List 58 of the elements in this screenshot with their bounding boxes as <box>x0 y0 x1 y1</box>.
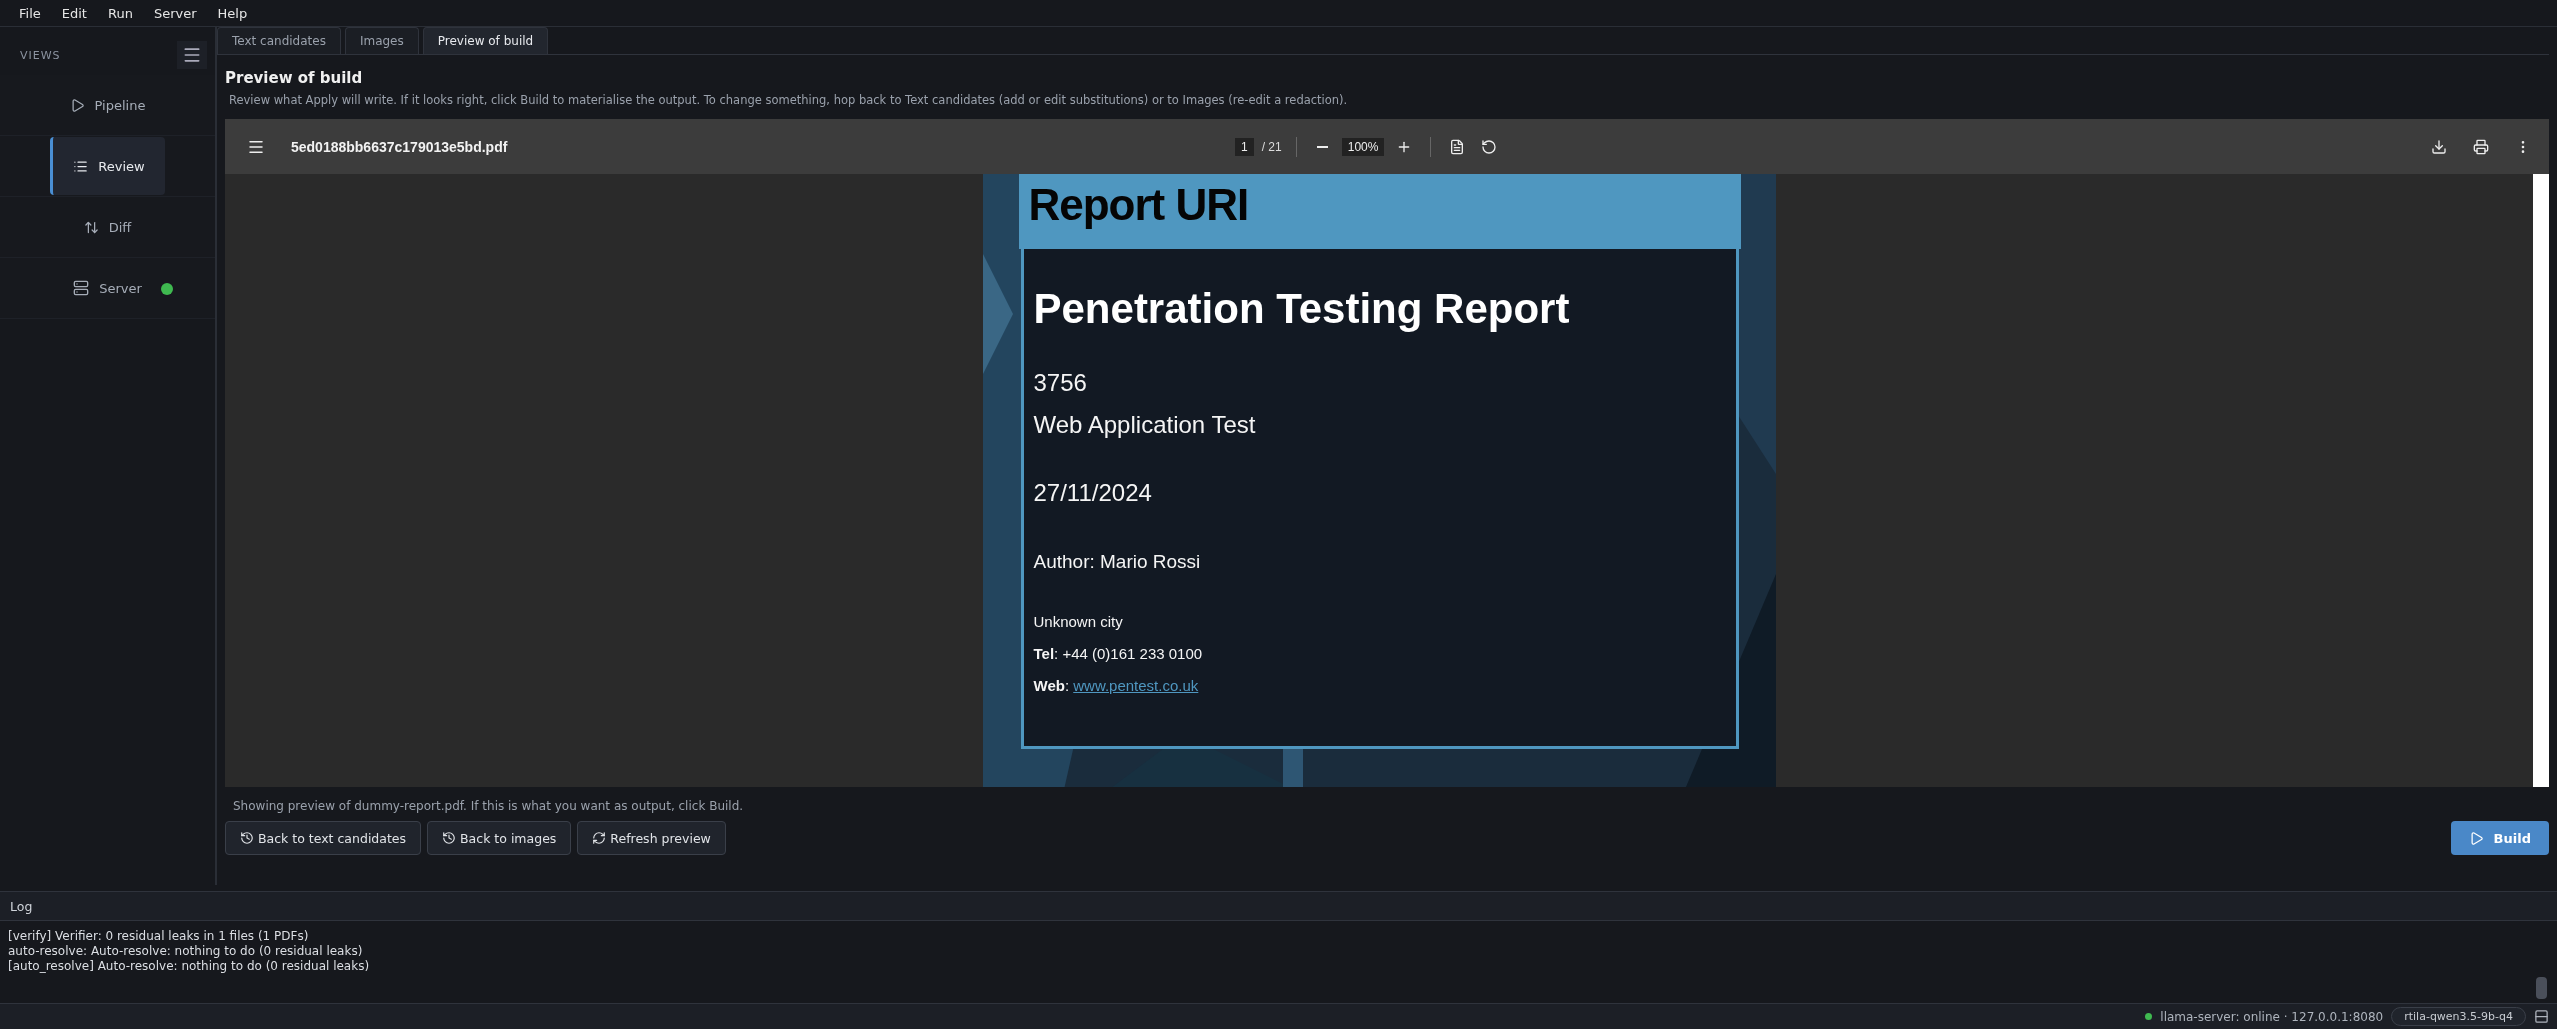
log-line: [auto_resolve] Auto-resolve: nothing to do (0 residual leaks) <box>8 959 371 973</box>
server-status: llama-server: online · 127.0.0.1:8080 <box>2160 1009 2384 1024</box>
menu-item[interactable]: Run <box>100 5 147 21</box>
history-icon <box>442 831 457 845</box>
sidebar-item[interactable]: Review <box>50 137 165 195</box>
list-icon <box>73 158 89 174</box>
action-button[interactable]: Refresh preview <box>577 821 726 855</box>
menu-item[interactable]: Help <box>210 5 262 21</box>
rotate-icon <box>1481 138 1498 155</box>
play-icon <box>2468 830 2484 846</box>
menu-item[interactable]: Edit <box>54 5 101 21</box>
menu-item[interactable]: Server <box>146 5 211 21</box>
refresh-icon <box>592 831 607 845</box>
report-phone: Tel: +44 (0)161 233 0100 <box>1033 645 1204 662</box>
tab[interactable]: Text candidates <box>217 27 341 54</box>
report-city: Unknown city <box>1033 613 1124 630</box>
action-button[interactable]: Back to images <box>427 821 572 855</box>
report-title: Penetration Testing Report <box>1033 285 1571 333</box>
menu-button[interactable] <box>177 41 207 69</box>
printer-icon <box>2473 138 2489 155</box>
menu-item[interactable]: File <box>12 5 55 21</box>
page-number-field[interactable]: 1 <box>1235 137 1254 156</box>
server-icon <box>73 280 90 296</box>
scrollbar-thumb[interactable] <box>2536 977 2547 999</box>
panel-layout-icon[interactable] <box>2534 1009 2549 1024</box>
footer-note: Showing preview of dummy-report.pdf. If this is what you want as output, click Build. <box>233 799 745 813</box>
action-button[interactable]: Back to text candidates <box>225 821 422 855</box>
tab[interactable]: Images <box>344 27 419 54</box>
report-web: Web: www.pentest.co.uk <box>1033 677 1200 694</box>
zoom-field[interactable]: 100% <box>1341 137 1385 156</box>
model-badge: rtila-qwen3.5-9b-q4 <box>2391 1007 2526 1026</box>
sidebar-item[interactable]: Diff <box>63 198 152 256</box>
sidebar-item[interactable]: Pipeline <box>49 76 166 134</box>
scrollbar[interactable] <box>2533 174 2549 787</box>
up-down-arrow-icon <box>83 219 99 235</box>
log-title: Log <box>10 898 33 914</box>
page-count: / 21 <box>1261 139 1282 154</box>
report-subtitle: Web Application Test <box>1033 411 1257 439</box>
tab[interactable]: Preview of build <box>422 27 549 54</box>
build-button[interactable]: Build <box>2450 821 2549 855</box>
minus-icon <box>1316 145 1328 148</box>
log-line: auto-resolve: Auto-resolve: nothing to do (0 residual leaks) <box>8 944 364 958</box>
sidebar-title: VIEWS <box>20 48 61 62</box>
web-link[interactable]: www.pentest.co.uk <box>1073 677 1199 694</box>
report-author: Author: Mario Rossi <box>1033 551 1202 573</box>
file-name: 5ed0188bb6637c179013e5bd.pdf <box>291 138 508 155</box>
download-icon <box>2431 138 2447 155</box>
report-date: 27/11/2024 <box>1033 479 1153 507</box>
page-icon <box>1449 138 1466 155</box>
sidebar-item[interactable]: Server <box>53 259 162 317</box>
banner-title: Report URI <box>1028 180 1249 229</box>
log-line: [verify] Verifier: 0 residual leaks in 1 files (1 PDFs) <box>8 929 310 943</box>
report-number: 3756 <box>1033 369 1088 397</box>
section-title: Preview of build <box>225 69 364 87</box>
description: Review what Apply will write. If it looks right, click Build to materialise the output. To change something, hop back to Text candidates (add or edit substitutions) or to Images (re-edit a redaction). <box>229 93 1349 107</box>
play-icon <box>69 97 85 113</box>
menu-icon <box>182 45 202 65</box>
history-icon <box>240 831 254 845</box>
